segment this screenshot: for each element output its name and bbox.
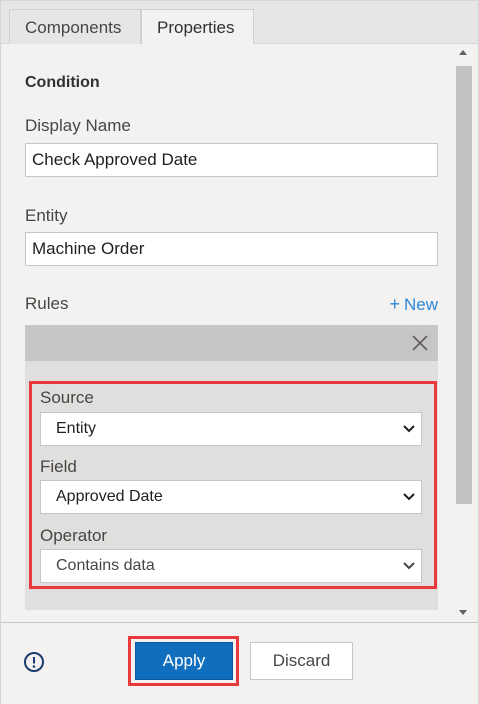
- scroll-down-arrow-icon[interactable]: [459, 610, 467, 615]
- source-label: Source: [40, 388, 94, 407]
- tab-properties[interactable]: Properties: [141, 9, 254, 45]
- operator-select[interactable]: Contains data: [40, 549, 422, 583]
- scroll-thumb[interactable]: [456, 66, 472, 504]
- chevron-down-icon: [403, 425, 415, 433]
- field-value: Approved Date: [56, 488, 163, 505]
- section-title: Condition: [25, 74, 100, 91]
- apply-button[interactable]: Apply: [135, 642, 233, 680]
- field-select[interactable]: Approved Date: [40, 480, 422, 514]
- operator-value: Contains data: [56, 557, 155, 574]
- source-value: Entity: [56, 420, 97, 437]
- display-name-label: Display Name: [25, 116, 131, 135]
- plus-icon: +: [389, 294, 400, 314]
- scroll-up-arrow-icon[interactable]: [459, 50, 467, 55]
- info-icon[interactable]: [23, 651, 45, 673]
- footer-bar: Apply Discard: [1, 622, 478, 704]
- operator-label: Operator: [40, 526, 108, 545]
- entity-label: Entity: [25, 206, 68, 225]
- chevron-down-icon: [403, 493, 415, 501]
- tab-components[interactable]: Components: [9, 9, 141, 44]
- display-name-input[interactable]: Check Approved Date: [25, 143, 438, 177]
- entity-input[interactable]: Machine Order: [25, 232, 438, 266]
- rules-label: Rules: [25, 294, 69, 313]
- tab-bar: Components Properties: [1, 1, 478, 45]
- properties-content: Condition Display Name Check Approved Da…: [9, 44, 454, 621]
- new-rule-link[interactable]: + New: [389, 294, 438, 315]
- discard-button[interactable]: Discard: [250, 642, 353, 680]
- close-icon[interactable]: [408, 331, 432, 355]
- properties-panel: Components Properties Condition Display …: [0, 0, 479, 704]
- new-rule-label: New: [403, 295, 438, 314]
- source-select[interactable]: Entity: [40, 412, 422, 446]
- field-label: Field: [40, 457, 77, 476]
- rule-card-header: [25, 325, 438, 361]
- chevron-down-icon: [403, 562, 415, 570]
- vertical-scrollbar[interactable]: [455, 44, 472, 621]
